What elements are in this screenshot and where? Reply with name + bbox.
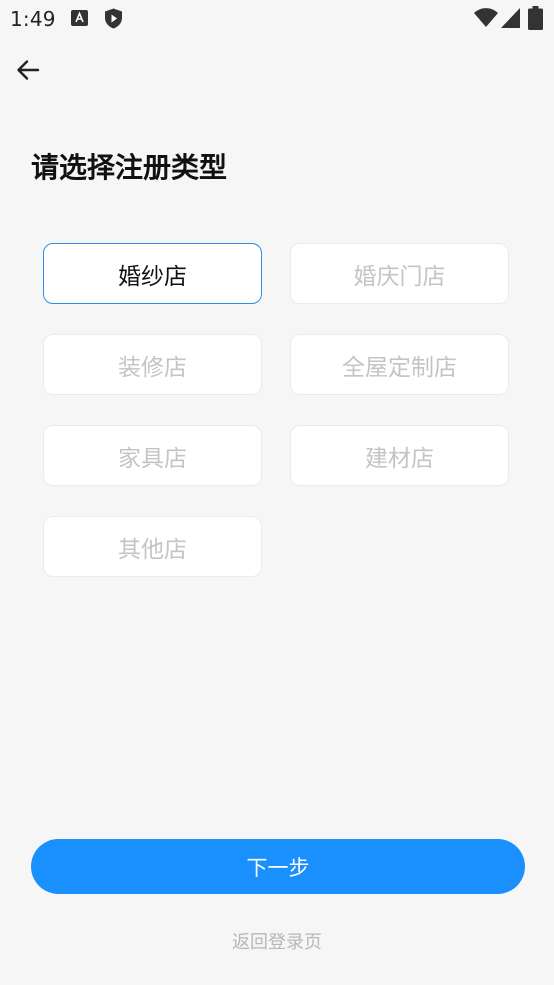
option-bridal-shop[interactable]: 婚纱店 xyxy=(43,243,262,304)
option-label: 装修店 xyxy=(118,354,187,381)
back-to-login-link[interactable]: 返回登录页 xyxy=(0,928,554,954)
option-furniture-shop[interactable]: 家具店 xyxy=(43,425,262,486)
battery-icon xyxy=(528,6,543,30)
page-title: 请选择注册类型 xyxy=(31,151,228,184)
signal-icon xyxy=(501,8,520,28)
option-renovation-shop[interactable]: 装修店 xyxy=(43,334,262,395)
option-other-shop[interactable]: 其他店 xyxy=(43,516,262,577)
registration-type-screen: 1:49 请选择注册类型 婚纱店 婚庆门店 装修店 全屋定制店 家具店 建材店 … xyxy=(0,0,554,985)
option-wedding-planning-shop[interactable]: 婚庆门店 xyxy=(290,243,509,304)
back-arrow-icon[interactable] xyxy=(14,56,42,84)
option-custom-home-shop[interactable]: 全屋定制店 xyxy=(290,334,509,395)
next-step-label: 下一步 xyxy=(246,855,310,880)
option-label: 全屋定制店 xyxy=(342,354,457,381)
option-label: 婚纱店 xyxy=(118,263,187,290)
next-step-button[interactable]: 下一步 xyxy=(31,839,525,894)
option-label: 家具店 xyxy=(118,445,187,472)
option-building-materials-shop[interactable]: 建材店 xyxy=(290,425,509,486)
status-bar: 1:49 xyxy=(0,0,554,38)
option-label: 其他店 xyxy=(118,536,187,563)
option-label: 婚庆门店 xyxy=(353,263,446,290)
wifi-icon xyxy=(474,8,498,27)
option-label: 建材店 xyxy=(365,445,434,472)
play-protect-icon xyxy=(105,8,122,29)
status-time: 1:49 xyxy=(10,7,56,31)
a-notification-icon xyxy=(71,10,88,26)
